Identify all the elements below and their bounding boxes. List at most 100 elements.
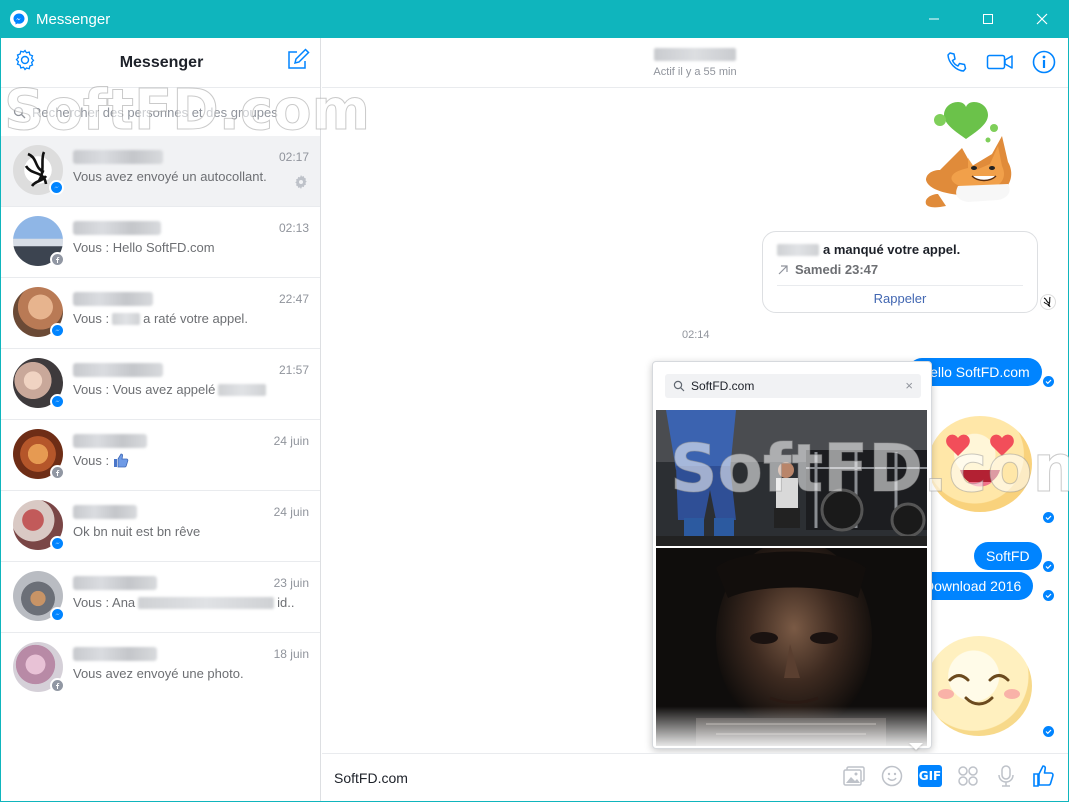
message-composer: GIF [322,753,1068,801]
emoji-button[interactable] [880,764,904,788]
voice-clip-button[interactable] [994,764,1018,788]
avatar [13,287,65,338]
new-message-button[interactable] [286,48,310,77]
facebook-badge-icon [50,678,65,693]
voice-call-button[interactable] [946,51,968,78]
gif-button[interactable]: GIF [918,764,942,788]
snippet-prefix: Vous : [73,453,110,468]
conversation-snippet: Vous : [73,453,309,468]
sidebar-header: Messenger [1,38,320,88]
facebook-badge-icon [50,252,65,267]
conversation-item[interactable]: 02:13 Vous : Hello SoftFD.com [1,207,320,278]
maximize-button[interactable] [961,0,1015,38]
gif-result-face[interactable] [656,540,927,746]
conversation-snippet: Vous : Hello SoftFD.com [73,240,215,255]
search-icon [673,380,685,392]
chat-panel: Actif il y a 55 min a manqué votre appel… [322,38,1068,801]
gif-picker-popover: × [652,361,932,749]
delivered-check-icon [1043,726,1054,737]
conversation-options-button[interactable] [293,174,309,195]
thumbs-up-icon [1033,765,1054,787]
message-input[interactable] [334,769,794,786]
close-icon [1036,13,1048,25]
contact-name-redacted [73,292,153,306]
contact-name-redacted [73,363,163,377]
corgi-sticker[interactable] [918,98,1028,214]
avatar [13,642,65,693]
photo-icon [843,766,865,786]
snippet-suffix: id.. [277,595,295,610]
gif-search-box: × [665,374,921,398]
conversation-info-button[interactable] [1032,50,1056,79]
gif-search-input[interactable] [691,379,891,393]
messenger-badge-icon [50,323,65,338]
call-back-button[interactable]: Rappeler [763,291,1037,306]
conversation-snippet: Ok bn nuit est bn rêve [73,524,201,539]
messenger-logo-icon [10,10,28,28]
gear-icon [15,49,35,71]
video-call-button[interactable] [986,51,1014,78]
missed-call-time: Samedi 23:47 [777,262,878,277]
settings-button[interactable] [13,48,37,77]
missed-call-when: Samedi 23:47 [795,262,879,277]
redacted-text [138,596,275,609]
conversation-snippet: Vous : a raté votre appel. [73,311,309,326]
contact-name-redacted [73,576,157,590]
redacted-text [218,383,267,396]
conversation-item[interactable]: 21:57 Vous : Vous avez appelé [1,349,320,420]
missed-call-text: a manqué votre appel. [823,242,961,257]
conversation-item[interactable]: 23 juin Vous : Ana id.. [1,562,320,633]
window-title: Messenger [36,10,111,28]
conversation-time: 21:57 [278,363,309,377]
seen-avatar [1040,294,1056,310]
send-like-button[interactable] [1032,764,1056,788]
phone-icon [947,52,967,72]
sticker-grid-icon [958,766,978,786]
conversation-item[interactable]: 18 juin Vous avez envoyé une photo. [1,633,320,704]
missed-call-title: a manqué votre appel. [777,242,960,257]
avatar [13,145,64,195]
messenger-badge-icon [50,607,65,622]
delivered-check-icon [1043,376,1054,387]
conversation-item[interactable]: 24 juin Ok bn nuit est bn rêve [1,491,320,562]
snippet-prefix: Vous : Vous avez appelé [73,382,216,397]
message-list: a manqué votre appel. Samedi 23:47 Rappe… [322,88,1068,753]
close-button[interactable] [1015,0,1069,38]
gif-button-label: GIF [918,765,942,787]
conversation-snippet: Vous : Vous avez appelé [73,382,309,397]
avatar [13,500,65,551]
sticker-button[interactable] [956,764,980,788]
conversation-item[interactable]: 24 juin Vous : [1,420,320,491]
messenger-badge-icon [50,394,65,409]
conversation-item[interactable]: 02:17 Vous avez envoyé un autocollant. [1,136,320,207]
clear-search-button[interactable]: × [905,378,913,393]
avatar [13,358,65,409]
snippet-suffix: a raté votre appel. [143,311,248,326]
search-input[interactable] [32,104,292,120]
sidebar-title: Messenger [119,53,204,71]
send-photo-button[interactable] [842,764,866,788]
outgoing-message[interactable]: SoftFD [974,542,1042,570]
conversation-time: 02:17 [278,150,309,164]
conversation-snippet: Vous avez envoyé une photo. [73,666,244,681]
messenger-badge-icon [50,536,65,551]
facebook-badge-icon [50,465,65,480]
contact-name-redacted [73,505,137,519]
video-camera-icon [986,54,1013,70]
conversation-snippet: Vous avez envoyé un autocollant. [73,169,267,184]
avatar [13,216,65,267]
minimize-button[interactable] [907,0,961,38]
heart-eyes-emoji-sticker[interactable] [928,416,1032,512]
conversation-item[interactable]: 22:47 Vous : a raté votre appel. [1,278,320,349]
contact-name-redacted [73,647,157,661]
gif-picker-pointer [909,743,923,750]
redacted-text [112,312,141,325]
gif-result-gym[interactable] [656,410,927,546]
search-icon [13,106,26,118]
conversation-time: 18 juin [273,647,309,661]
chat-header: Actif il y a 55 min [322,38,1068,88]
conversation-time: 22:47 [278,292,309,306]
smiling-emoji-sticker[interactable] [926,636,1032,736]
contact-name-redacted [653,47,736,61]
smiley-icon [881,765,903,787]
